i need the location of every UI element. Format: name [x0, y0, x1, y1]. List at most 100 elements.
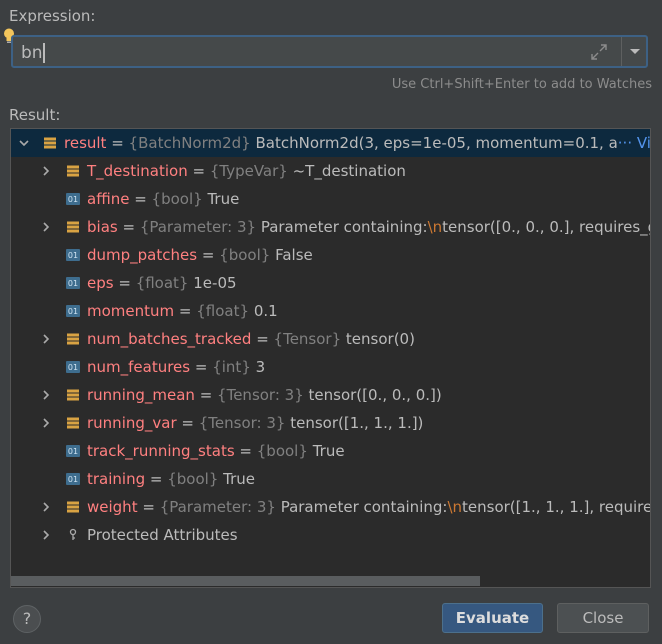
- tree-row-name: momentum: [87, 302, 175, 320]
- tree-row-type: {bool}: [219, 246, 271, 264]
- tree-row-value: Parameter containing:: [280, 498, 448, 516]
- tree-row-text: num_batches_tracked = {Tensor} tensor(0): [87, 325, 415, 353]
- primitive-value-icon: 01: [66, 473, 80, 485]
- tree-row[interactable]: running_var = {Tensor: 3} tensor([1., 1.…: [11, 409, 650, 437]
- tree-row-type: {BatchNorm2d}: [128, 134, 251, 152]
- tree-row-type: {float}: [135, 274, 189, 292]
- key-icon: [69, 528, 77, 540]
- result-tree[interactable]: result = {BatchNorm2d} BatchNorm2d(3, ep…: [10, 128, 651, 588]
- tree-row-type: {bool}: [167, 470, 219, 488]
- tree-row-text: training = {bool} True: [87, 465, 255, 493]
- tree-row-type: {Tensor}: [273, 330, 342, 348]
- horizontal-scrollbar-thumb[interactable]: [11, 576, 480, 586]
- tree-row-type: {Parameter: 3}: [139, 218, 257, 236]
- object-fields-icon: [67, 389, 79, 401]
- tree-row[interactable]: 01 training = {bool} True: [11, 465, 650, 493]
- expression-label: Expression:: [9, 7, 96, 25]
- expand-icon[interactable]: [591, 44, 607, 60]
- tree-row-type: {int}: [212, 358, 251, 376]
- equals-sign: =: [251, 330, 274, 348]
- tree-row-type: {Tensor: 3}: [217, 386, 304, 404]
- tree-row[interactable]: Protected Attributes: [11, 521, 650, 549]
- tree-row-value: tensor([0., 0., 0.]): [308, 386, 442, 404]
- tree-row-type: {Tensor: 3}: [198, 414, 286, 432]
- evaluate-button[interactable]: Evaluate: [442, 603, 543, 633]
- svg-text:01: 01: [68, 447, 78, 456]
- equals-sign: =: [174, 302, 197, 320]
- history-dropdown-chevron-icon[interactable]: [622, 37, 648, 66]
- equals-sign: =: [117, 218, 140, 236]
- equals-sign: =: [197, 246, 220, 264]
- chevron-down-icon[interactable]: [19, 138, 29, 148]
- tree-row-value: 3: [255, 358, 266, 376]
- tree-row[interactable]: 01 num_features = {int} 3: [11, 353, 650, 381]
- tree-row[interactable]: running_mean = {Tensor: 3} tensor([0., 0…: [11, 381, 650, 409]
- tree-row-type: {bool}: [151, 190, 203, 208]
- tree-row-text: running_mean = {Tensor: 3} tensor([0., 0…: [87, 381, 442, 409]
- equals-sign: =: [129, 190, 152, 208]
- tree-row-value-continued: tensor([1., 1., 1.], requires_g: [462, 498, 651, 516]
- tree-row[interactable]: num_batches_tracked = {Tensor} tensor(0): [11, 325, 650, 353]
- tree-row-text: momentum = {float} 0.1: [87, 297, 278, 325]
- tree-row-value: 0.1: [253, 302, 278, 320]
- view-link[interactable]: ··· View: [618, 134, 650, 152]
- tree-row[interactable]: result = {BatchNorm2d} BatchNorm2d(3, ep…: [11, 129, 650, 157]
- object-fields-icon: [67, 333, 79, 345]
- equals-sign: =: [194, 386, 218, 404]
- chevron-right-icon[interactable]: [41, 418, 51, 428]
- expression-input[interactable]: [19, 40, 583, 66]
- tree-row-type: {Parameter: 3}: [159, 498, 276, 516]
- tree-row-text: weight = {Parameter: 3} Parameter contai…: [87, 493, 651, 521]
- object-fields-icon: [67, 501, 79, 513]
- tree-row-name: num_batches_tracked: [87, 330, 252, 348]
- tree-row[interactable]: 01 momentum = {float} 0.1: [11, 297, 650, 325]
- tree-row-value: 1e-05: [193, 274, 237, 292]
- tree-row[interactable]: 01 eps = {float} 1e-05: [11, 269, 650, 297]
- chevron-right-icon[interactable]: [41, 166, 51, 176]
- tree-row-name: eps: [87, 274, 114, 292]
- svg-text:01: 01: [68, 195, 78, 204]
- chevron-right-icon[interactable]: [41, 502, 51, 512]
- tree-row[interactable]: T_destination = {TypeVar} ~T_destination: [11, 157, 650, 185]
- equals-sign: =: [106, 134, 129, 152]
- primitive-value-icon: 01: [66, 305, 80, 317]
- text-caret: [43, 43, 45, 63]
- svg-text:01: 01: [68, 475, 78, 484]
- newline-escape: \n: [427, 218, 443, 236]
- equals-sign: =: [190, 358, 213, 376]
- tree-row[interactable]: 01 affine = {bool} True: [11, 185, 650, 213]
- tree-row[interactable]: 01 track_running_stats = {bool} True: [11, 437, 650, 465]
- tree-row[interactable]: bias = {Parameter: 3} Parameter containi…: [11, 213, 650, 241]
- tree-row-name: training: [87, 470, 146, 488]
- tree-row[interactable]: 01 dump_patches = {bool} False: [11, 241, 650, 269]
- tree-row-value: False: [275, 246, 313, 264]
- tree-row-text: Protected Attributes: [87, 521, 238, 549]
- tree-row-text: dump_patches = {bool} False: [87, 241, 313, 269]
- expression-field[interactable]: [11, 35, 648, 68]
- tree-row-value: True: [312, 442, 345, 460]
- tree-row-type: {float}: [196, 302, 250, 320]
- svg-text:01: 01: [68, 363, 78, 372]
- help-button[interactable]: ?: [13, 605, 41, 633]
- tree-row-name: affine: [87, 190, 130, 208]
- tree-row-text: result = {BatchNorm2d} BatchNorm2d(3, ep…: [64, 129, 650, 157]
- tree-row-text: track_running_stats = {bool} True: [87, 437, 345, 465]
- primitive-value-icon: 01: [66, 277, 80, 289]
- object-fields-icon: [67, 165, 79, 177]
- chevron-right-icon[interactable]: [41, 530, 51, 540]
- primitive-value-icon: 01: [66, 249, 80, 261]
- tree-row-value: True: [207, 190, 240, 208]
- watches-hint: Use Ctrl+Shift+Enter to add to Watches: [391, 77, 652, 92]
- tree-row-type: {TypeVar}: [209, 162, 288, 180]
- chevron-right-icon[interactable]: [41, 334, 51, 344]
- tree-row-name: result: [64, 134, 107, 152]
- tree-row-value: BatchNorm2d(3, eps=1e-05, momentum=0.1, …: [255, 134, 618, 152]
- primitive-value-icon: 01: [66, 445, 80, 457]
- tree-row-name: bias: [87, 218, 118, 236]
- equals-sign: =: [234, 442, 257, 460]
- tree-row-name: Protected Attributes: [87, 526, 238, 544]
- chevron-right-icon[interactable]: [41, 390, 51, 400]
- close-button[interactable]: Close: [557, 603, 649, 633]
- chevron-right-icon[interactable]: [41, 222, 51, 232]
- tree-row[interactable]: weight = {Parameter: 3} Parameter contai…: [11, 493, 651, 521]
